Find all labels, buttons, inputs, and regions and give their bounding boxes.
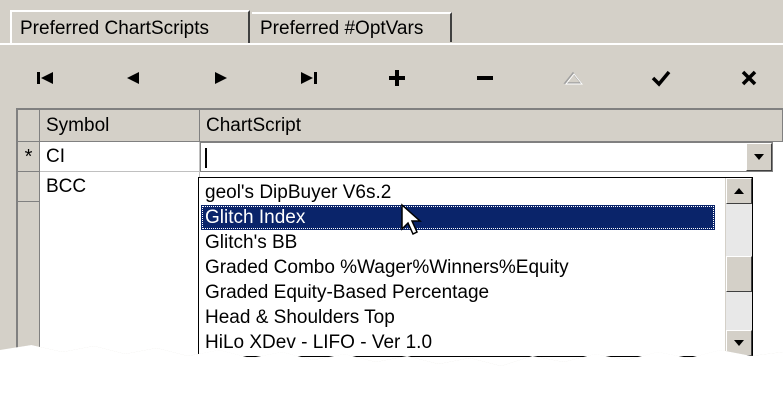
edit-record-button[interactable] (548, 58, 598, 98)
scroll-up-button[interactable] (726, 178, 752, 204)
post-record-button[interactable] (636, 58, 686, 98)
dropdown-scrollbar[interactable] (725, 178, 752, 356)
window-panel: Preferred ChartScripts Preferred #OptVar… (0, 0, 783, 366)
check-icon (651, 70, 671, 87)
column-header-chartscript[interactable]: ChartScript (200, 110, 783, 142)
row-indicator-header (18, 110, 40, 142)
tab-divider (0, 43, 783, 45)
list-item[interactable]: Head & Shoulders Top (201, 305, 715, 330)
skip-first-icon (37, 72, 53, 84)
chevron-down-icon (734, 340, 744, 346)
mouse-pointer-icon (400, 203, 424, 243)
text-caret (205, 148, 207, 168)
chevron-up-icon (734, 188, 744, 194)
tab-preferred-chartscripts[interactable]: Preferred ChartScripts (10, 10, 250, 44)
next-icon (215, 72, 227, 84)
table-cell-symbol[interactable]: CI (40, 142, 200, 172)
list-item[interactable]: HiLo XDev - LIFO - Ver 1.0 (201, 330, 715, 355)
list-item[interactable]: Glitch's BB (201, 230, 715, 255)
tab-preferred-optvars[interactable]: Preferred #OptVars (252, 12, 452, 42)
first-record-button[interactable] (20, 58, 70, 98)
chartscript-dropdown-list[interactable]: geol's DipBuyer V6s.2 Glitch Index Glitc… (198, 177, 753, 357)
list-item-selected[interactable]: Glitch Index (201, 205, 715, 230)
navigator-toolbar (20, 58, 783, 98)
list-item[interactable]: Graded Combo %Wager%Winners%Equity (201, 255, 715, 280)
next-record-button[interactable] (196, 58, 246, 98)
cancel-record-button[interactable] (724, 58, 774, 98)
list-item[interactable]: Graded Equity-Based Percentage (201, 280, 715, 305)
last-record-button[interactable] (284, 58, 334, 98)
minus-icon (477, 76, 493, 80)
triangle-up-icon (563, 71, 583, 85)
row-indicator[interactable] (18, 172, 40, 202)
prev-icon (127, 72, 139, 84)
row-indicator[interactable]: * (18, 142, 40, 172)
combobox-dropdown-button[interactable] (746, 143, 772, 171)
grid-header: Symbol ChartScript (18, 110, 783, 142)
chartscript-combobox[interactable] (200, 142, 773, 172)
column-header-symbol[interactable]: Symbol (40, 110, 200, 142)
list-item[interactable]: geol's DipBuyer V6s.2 (201, 180, 715, 205)
chevron-down-icon (754, 154, 764, 160)
close-icon (741, 70, 757, 86)
table-cell-symbol[interactable]: BCC (40, 172, 200, 202)
row-indicator-column (18, 202, 40, 366)
prior-record-button[interactable] (108, 58, 158, 98)
insert-record-button[interactable] (372, 58, 422, 98)
scroll-down-button[interactable] (726, 330, 752, 356)
scrollbar-thumb[interactable] (726, 256, 752, 292)
skip-last-icon (301, 72, 317, 84)
plus-icon (389, 70, 405, 86)
delete-record-button[interactable] (460, 58, 510, 98)
